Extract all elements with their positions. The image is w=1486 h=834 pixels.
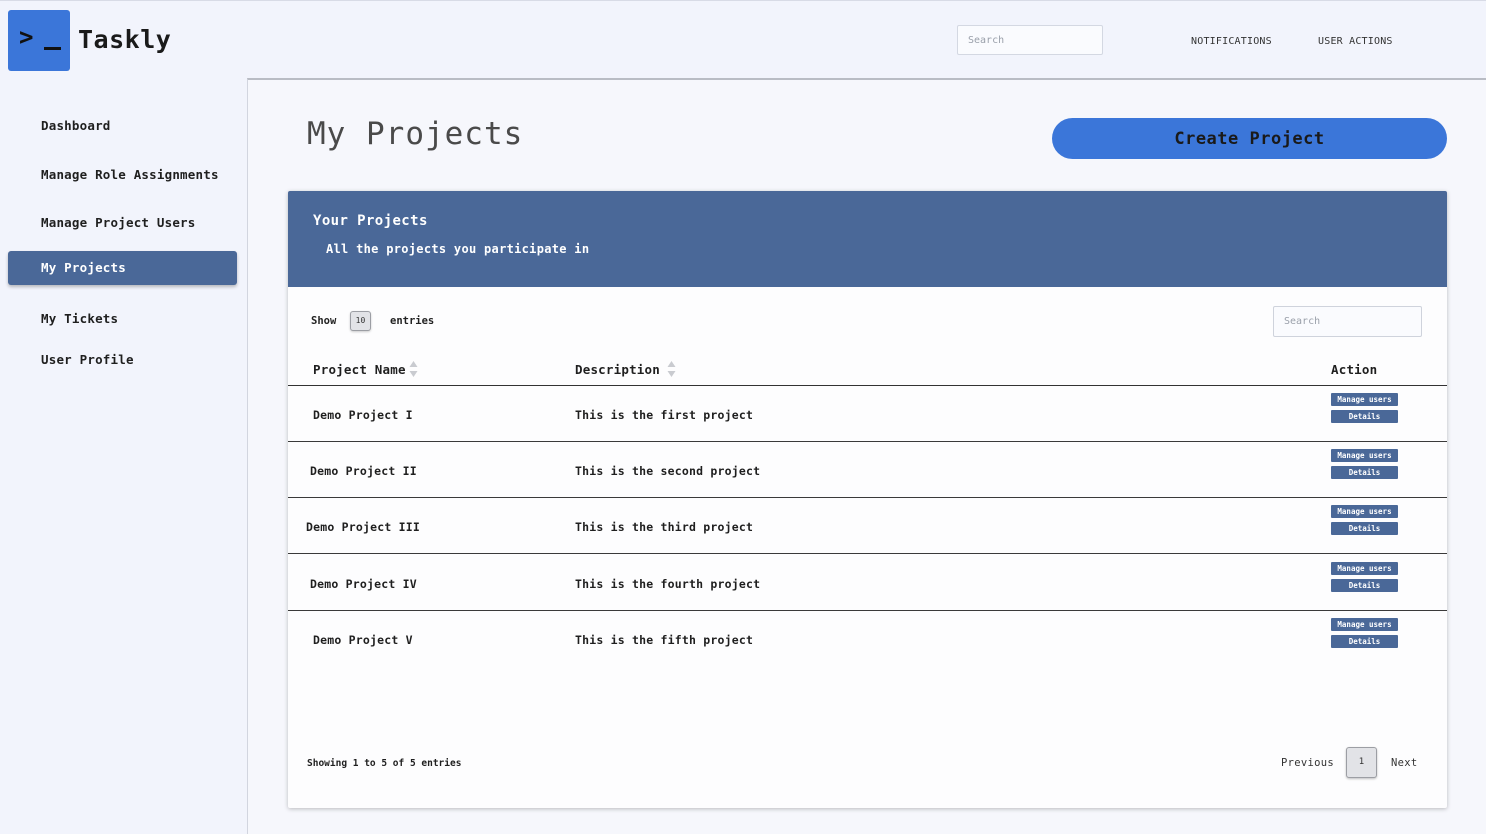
column-header-description[interactable]: Description	[575, 362, 660, 377]
sidebar-item-user-profile[interactable]: User Profile	[8, 343, 237, 377]
card-header: Your Projects All the projects you parti…	[288, 191, 1447, 287]
top-header: > Taskly NOTIFICATIONS USER ACTIONS	[0, 0, 1486, 78]
description-cell: This is the fifth project	[575, 633, 754, 647]
details-button[interactable]: Details	[1331, 579, 1398, 592]
details-button[interactable]: Details	[1331, 466, 1398, 479]
manage-users-button[interactable]: Manage users	[1331, 393, 1398, 406]
description-cell: This is the fourth project	[575, 577, 761, 591]
column-header-project-name[interactable]: Project Name	[313, 362, 406, 377]
show-label: Show	[311, 315, 337, 327]
pagination-page-current[interactable]: 1	[1346, 747, 1377, 778]
sort-icon[interactable]	[409, 360, 418, 378]
sidebar-item-my-tickets[interactable]: My Tickets	[8, 302, 237, 336]
entries-per-page-select[interactable]: 10	[350, 311, 371, 331]
card-subtitle: All the projects you participate in	[326, 242, 590, 256]
card-title: Your Projects	[313, 213, 428, 229]
sort-icon[interactable]	[667, 360, 676, 378]
manage-users-button[interactable]: Manage users	[1331, 618, 1398, 631]
pagination-next[interactable]: Next	[1391, 757, 1418, 769]
entries-label: entries	[390, 315, 435, 327]
project-name-cell: Demo Project IV	[310, 577, 417, 591]
brand-name[interactable]: Taskly	[78, 25, 171, 54]
table-row: Demo Project IV This is the fourth proje…	[288, 555, 1447, 611]
sidebar-item-my-projects[interactable]: My Projects	[8, 251, 237, 285]
sidebar-item-manage-role-assignments[interactable]: Manage Role Assignments	[8, 158, 237, 192]
terminal-prompt-icon[interactable]: >	[8, 10, 70, 71]
manage-users-button[interactable]: Manage users	[1331, 562, 1398, 575]
notifications-link[interactable]: NOTIFICATIONS	[1191, 36, 1272, 47]
project-name-cell: Demo Project III	[306, 520, 420, 534]
column-header-action: Action	[1331, 362, 1378, 377]
project-name-cell: Demo Project V	[313, 633, 413, 647]
main-content: My Projects Create Project Your Projects…	[247, 78, 1486, 834]
description-cell: This is the first project	[575, 408, 754, 422]
pagination-previous[interactable]: Previous	[1281, 757, 1334, 769]
details-button[interactable]: Details	[1331, 410, 1398, 423]
entries-summary: Showing 1 to 5 of 5 entries	[307, 758, 462, 769]
user-actions-link[interactable]: USER ACTIONS	[1318, 36, 1393, 47]
manage-users-button[interactable]: Manage users	[1331, 505, 1398, 518]
create-project-button[interactable]: Create Project	[1052, 118, 1447, 159]
project-name-cell: Demo Project I	[313, 408, 413, 422]
description-cell: This is the third project	[575, 520, 754, 534]
sidebar-item-manage-project-users[interactable]: Manage Project Users	[8, 206, 237, 240]
header-search-input[interactable]	[957, 25, 1103, 55]
table-row: Demo Project V This is the fifth project…	[288, 611, 1447, 667]
project-name-cell: Demo Project II	[310, 464, 417, 478]
table-row: Demo Project III This is the third proje…	[288, 498, 1447, 554]
logo-prompt-glyph: >	[19, 23, 33, 51]
sidebar: Dashboard Manage Role Assignments Manage…	[0, 78, 247, 834]
description-cell: This is the second project	[575, 464, 761, 478]
table-row: Demo Project II This is the second proje…	[288, 442, 1447, 498]
table-row: Demo Project I This is the first project…	[288, 386, 1447, 442]
details-button[interactable]: Details	[1331, 522, 1398, 535]
table-search-input[interactable]	[1273, 306, 1422, 337]
sidebar-item-dashboard[interactable]: Dashboard	[8, 109, 237, 143]
logo-cursor-bar	[44, 47, 61, 50]
manage-users-button[interactable]: Manage users	[1331, 449, 1398, 462]
projects-card: Your Projects All the projects you parti…	[288, 191, 1447, 808]
details-button[interactable]: Details	[1331, 635, 1398, 648]
page-title: My Projects	[307, 116, 524, 152]
